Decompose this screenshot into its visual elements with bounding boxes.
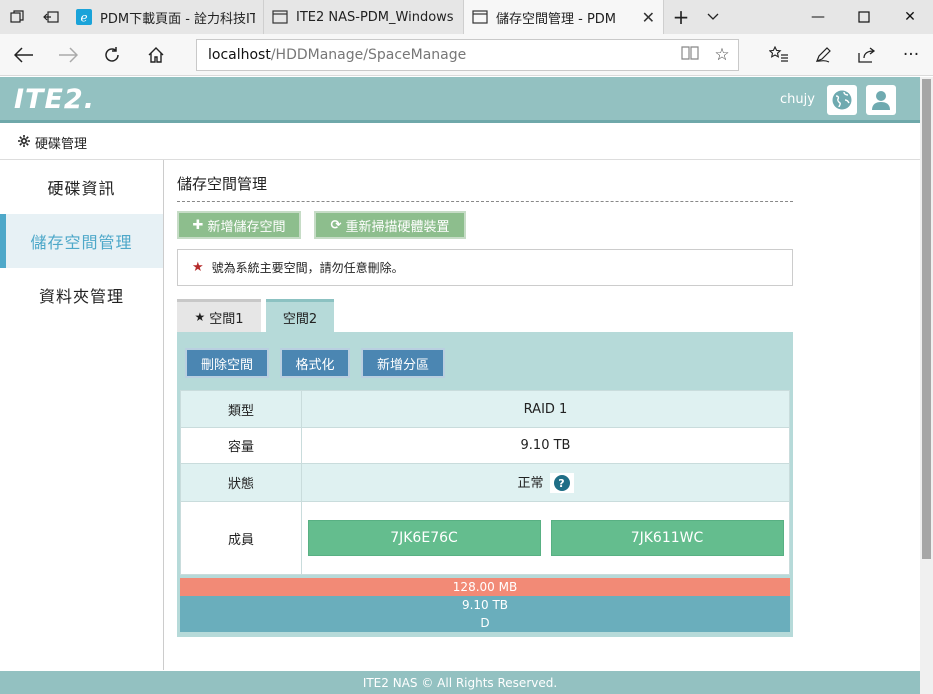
- pen-note-icon[interactable]: [801, 34, 845, 76]
- back-arrow-icon[interactable]: [2, 34, 46, 76]
- members-cell: 7JK6E76C 7JK611WC: [301, 501, 790, 575]
- tab-preview-icon[interactable]: [0, 0, 34, 34]
- close-tab-icon[interactable]: ✕: [642, 8, 655, 27]
- member-disk-button[interactable]: 7JK6E76C: [307, 520, 541, 556]
- minimize-icon[interactable]: —: [795, 0, 841, 34]
- ite2-logo[interactable]: ITE2.: [14, 84, 95, 115]
- member-disk-button[interactable]: 7JK611WC: [550, 520, 784, 556]
- home-icon[interactable]: [134, 34, 178, 76]
- plus-icon: ✚: [192, 217, 204, 233]
- favorites-list-icon[interactable]: [757, 34, 801, 76]
- system-space-notice: ★ 號為系統主要空間，請勿任意刪除。: [177, 249, 793, 286]
- url-path: /HDDManage/SpaceManage: [270, 47, 467, 63]
- tab-title: 儲存空間管理 - PDM: [496, 11, 617, 27]
- rescan-hardware-button[interactable]: ⟳ 重新掃描硬體裝置: [314, 211, 466, 239]
- page-icon: [272, 9, 288, 25]
- sidebar-item-storage-space[interactable]: 儲存空間管理: [0, 214, 163, 268]
- table-row: 狀態 正常?: [180, 463, 790, 502]
- svg-text:e: e: [80, 11, 87, 25]
- partition-size: 9.10 TB: [461, 598, 509, 612]
- star-icon: ★: [192, 260, 204, 275]
- type-value: RAID 1: [301, 390, 790, 428]
- partition-drive-letter: D: [480, 616, 490, 630]
- gear-icon: [18, 134, 30, 151]
- table-row: 容量 9.10 TB: [180, 427, 790, 464]
- add-storage-space-button[interactable]: ✚ 新增儲存空間: [177, 211, 301, 239]
- chevron-down-icon[interactable]: [698, 0, 728, 34]
- add-partition-button[interactable]: 新增分區: [361, 348, 445, 378]
- tab-title: ITE2 NAS-PDM_Windows 1(: [296, 9, 455, 25]
- tab-label: 空間2: [282, 311, 318, 327]
- browser-toolbar: localhost/HDDManage/SpaceManage ☆ ···: [0, 34, 933, 76]
- close-window-icon[interactable]: ✕: [887, 0, 933, 34]
- browser-tab-strip: e PDM下載頁面 - 詮力科技ITE ITE2 NAS-PDM_Windows…: [0, 0, 933, 34]
- refresh-icon[interactable]: [90, 34, 134, 76]
- status-value: 正常: [517, 475, 544, 491]
- vertical-scrollbar[interactable]: [920, 77, 933, 694]
- notice-text: 號為系統主要空間，請勿任意刪除。: [211, 261, 404, 275]
- add-storage-space-label: 新增儲存空間: [207, 219, 286, 235]
- browser-tab[interactable]: e PDM下載頁面 - 詮力科技ITE: [68, 0, 264, 34]
- status-label: 狀態: [180, 463, 302, 502]
- capacity-label: 容量: [180, 427, 302, 464]
- type-label: 類型: [180, 390, 302, 428]
- favorite-star-icon[interactable]: ☆: [706, 45, 738, 65]
- format-button[interactable]: 格式化: [280, 348, 350, 378]
- page-title: 儲存空間管理: [177, 173, 793, 202]
- table-row: 類型 RAID 1: [180, 390, 790, 428]
- forward-arrow-icon[interactable]: [46, 34, 90, 76]
- tab-space-1[interactable]: ★ 空間1: [177, 299, 261, 332]
- rescan-hardware-label: 重新掃描硬體裝置: [345, 219, 450, 235]
- space-detail-panel: 刪除空間 格式化 新增分區 類型 RAID 1 容量 9.10 TB 狀態 正常…: [177, 332, 793, 637]
- space-usage-bar: 128.00 MB 9.10 TB D: [180, 578, 790, 632]
- globe-icon[interactable]: [827, 85, 857, 115]
- breadcrumb-label[interactable]: 硬碟管理: [35, 133, 87, 152]
- set-aside-tabs-icon[interactable]: [34, 0, 68, 34]
- main-content: 儲存空間管理 ✚ 新增儲存空間 ⟳ 重新掃描硬體裝置 ★ 號為系統主要空間，請勿…: [164, 160, 920, 670]
- browser-tab-active[interactable]: 儲存空間管理 - PDM ✕: [464, 0, 664, 34]
- site-footer: ITE2 NAS © All Rights Reserved.: [0, 671, 920, 694]
- help-button[interactable]: ?: [549, 473, 574, 494]
- edge-e-icon: e: [76, 9, 92, 25]
- sidebar-item-disk-info[interactable]: 硬碟資訊: [0, 160, 163, 214]
- breadcrumb: 硬碟管理: [0, 126, 920, 160]
- address-bar[interactable]: localhost/HDDManage/SpaceManage ☆: [196, 39, 739, 71]
- browser-tools: ···: [757, 34, 933, 76]
- members-label: 成員: [180, 501, 302, 575]
- capacity-value: 9.10 TB: [301, 427, 790, 464]
- space-detail-table: 類型 RAID 1 容量 9.10 TB 狀態 正常? 成員 7JK6E76C 7…: [180, 390, 790, 575]
- star-icon: ★: [194, 310, 206, 324]
- share-icon[interactable]: [845, 34, 889, 76]
- maximize-icon[interactable]: [841, 0, 887, 34]
- page-icon: [472, 9, 488, 25]
- url-host: localhost: [208, 47, 271, 63]
- delete-space-button[interactable]: 刪除空間: [185, 348, 269, 378]
- window-controls: — ✕: [795, 0, 933, 34]
- status-cell: 正常?: [301, 463, 790, 502]
- tab-title: PDM下載頁面 - 詮力科技ITE: [100, 11, 255, 27]
- table-row: 成員 7JK6E76C 7JK611WC: [180, 501, 790, 575]
- username[interactable]: chujy: [780, 92, 815, 107]
- sidebar-item-folder-management[interactable]: 資料夾管理: [0, 268, 163, 322]
- new-tab-icon[interactable]: +: [664, 0, 698, 34]
- site-header: ITE2. chujy: [0, 77, 920, 123]
- used-space-bar: 128.00 MB: [180, 578, 790, 596]
- scrollbar-thumb[interactable]: [922, 79, 931, 559]
- refresh-icon: ⟳: [330, 217, 342, 233]
- tab-label: 空間1: [209, 311, 244, 327]
- sidebar: 硬碟資訊 儲存空間管理 資料夾管理: [0, 160, 164, 670]
- reading-view-icon[interactable]: [674, 45, 706, 66]
- question-icon: ?: [553, 475, 570, 492]
- more-options-icon[interactable]: ···: [889, 34, 933, 76]
- tab-space-2[interactable]: 空間2: [266, 299, 334, 332]
- partition-bar[interactable]: 9.10 TB D: [180, 596, 790, 632]
- user-icon[interactable]: [866, 85, 896, 115]
- browser-tab[interactable]: ITE2 NAS-PDM_Windows 1(: [264, 0, 464, 34]
